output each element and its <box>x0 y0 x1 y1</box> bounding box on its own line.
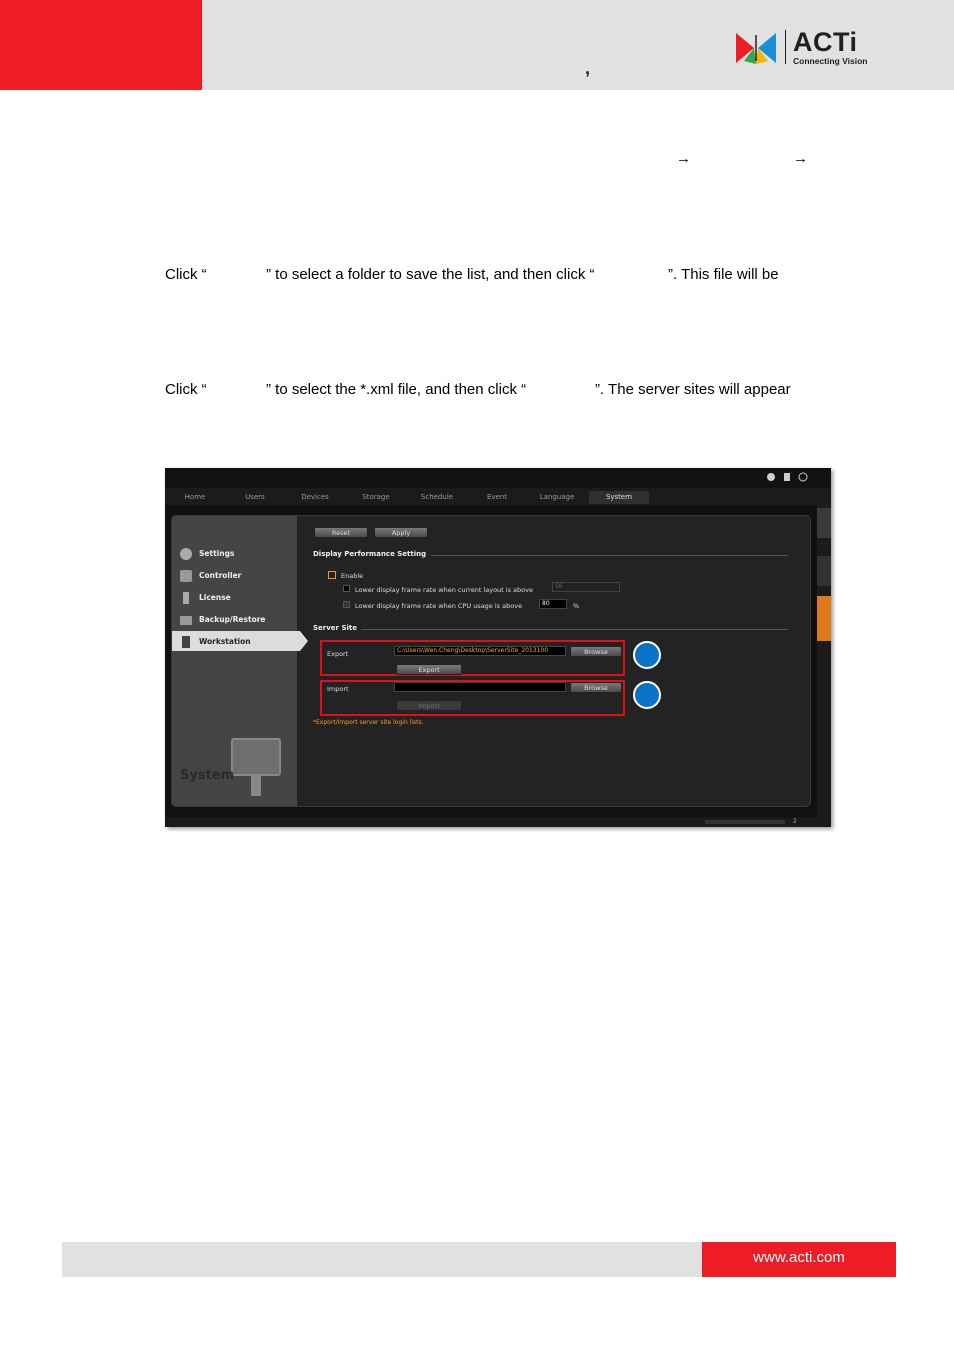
logo-divider <box>785 30 786 64</box>
backup-folder-icon <box>180 616 192 625</box>
info-icon <box>798 472 808 482</box>
export-label: Export <box>327 650 349 658</box>
footer-url[interactable]: www.acti.com <box>702 1249 896 1266</box>
line2-part-c: ”. The server sites will appear <box>595 381 791 398</box>
status-meter <box>705 820 785 824</box>
sidebar-active-pointer <box>300 631 308 651</box>
option1-label: Lower display frame rate when current la… <box>355 586 533 594</box>
line1-part-a: Click “ <box>165 266 207 283</box>
monitor-stand <box>251 776 261 796</box>
workstation-tower-icon <box>182 636 190 648</box>
enable-label: Enable <box>341 572 364 580</box>
server-site-heading: Server Site <box>313 624 357 632</box>
line2-part-a: Click “ <box>165 381 207 398</box>
line1-part-c: ”. This file will be <box>668 266 779 283</box>
import-browse-button[interactable]: Browse <box>570 682 622 693</box>
apply-button[interactable]: Apply <box>374 527 428 538</box>
document-icon <box>784 473 790 481</box>
header-red-block <box>0 0 202 90</box>
status-bar: 2 <box>165 817 831 827</box>
fast-forward-icon[interactable] <box>817 556 831 586</box>
controller-joystick-icon <box>180 570 192 582</box>
server-divider <box>361 629 788 630</box>
option2-checkbox[interactable] <box>343 601 350 608</box>
import-path-field[interactable] <box>394 682 566 692</box>
sidebar-watermark: System <box>180 768 235 783</box>
export-button[interactable]: Export <box>396 664 462 675</box>
export-path-field[interactable]: C:\Users\Wen.Cheng\Desktop\ServerSite_20… <box>394 646 566 656</box>
option2-unit: % <box>573 602 580 610</box>
right-dock <box>817 488 831 827</box>
sidebar-item-workstation[interactable]: Workstation <box>199 637 251 646</box>
sidebar-item-backup-restore[interactable]: Backup/Restore <box>199 615 266 624</box>
app-screenshot: Home Users Devices Storage Schedule Even… <box>165 468 831 827</box>
license-key-icon <box>183 592 189 604</box>
gear-icon <box>767 473 775 481</box>
top-icons <box>767 472 808 482</box>
server-site-note: *Export/Import server site login lists. <box>313 719 424 726</box>
display-performance-heading: Display Performance Setting <box>313 550 427 558</box>
sidebar-item-settings[interactable]: Settings <box>199 549 234 558</box>
option2-label: Lower display frame rate when CPU usage … <box>355 602 523 610</box>
tools-icon[interactable] <box>817 596 831 641</box>
callout-1 <box>633 641 661 669</box>
logo-wordmark: ACTi <box>793 27 858 57</box>
line2-part-b: ” to select the *.xml file, and then cli… <box>266 381 527 398</box>
section-divider <box>431 555 788 556</box>
option2-field[interactable]: 80 <box>539 599 567 609</box>
export-browse-button[interactable]: Browse <box>570 646 622 657</box>
line1-part-b: ” to select a folder to save the list, a… <box>266 266 595 283</box>
import-label: Import <box>327 685 349 693</box>
enable-checkbox[interactable] <box>328 571 336 579</box>
logo-tagline: Connecting Vision <box>793 56 868 66</box>
tab-storage[interactable]: Storage <box>346 491 406 504</box>
tab-devices[interactable]: Devices <box>285 491 345 504</box>
header-comma: , <box>585 58 591 78</box>
settings-gear-icon <box>180 548 192 560</box>
user-count-icon: 2 <box>793 818 797 825</box>
monitor-gear-watermark-icon <box>231 738 281 776</box>
tab-home[interactable]: Home <box>165 491 225 504</box>
acti-butterfly-logo <box>736 33 776 64</box>
sidebar-item-controller[interactable]: Controller <box>199 571 241 580</box>
tab-event[interactable]: Event <box>467 491 527 504</box>
arrow-2: → <box>793 150 808 167</box>
import-button[interactable]: Import <box>396 700 462 711</box>
arrow-1: → <box>676 150 691 167</box>
tab-system[interactable]: System <box>589 491 649 504</box>
option1-field[interactable]: 16 <box>552 582 620 592</box>
reset-button[interactable]: Reset <box>314 527 368 538</box>
option1-checkbox[interactable] <box>343 585 350 592</box>
sidebar-item-license[interactable]: License <box>199 593 231 602</box>
tab-language[interactable]: Language <box>527 491 587 504</box>
tab-users[interactable]: Users <box>225 491 285 504</box>
eye-icon[interactable] <box>817 508 831 538</box>
callout-2 <box>633 681 661 709</box>
tab-schedule[interactable]: Schedule <box>407 491 467 504</box>
